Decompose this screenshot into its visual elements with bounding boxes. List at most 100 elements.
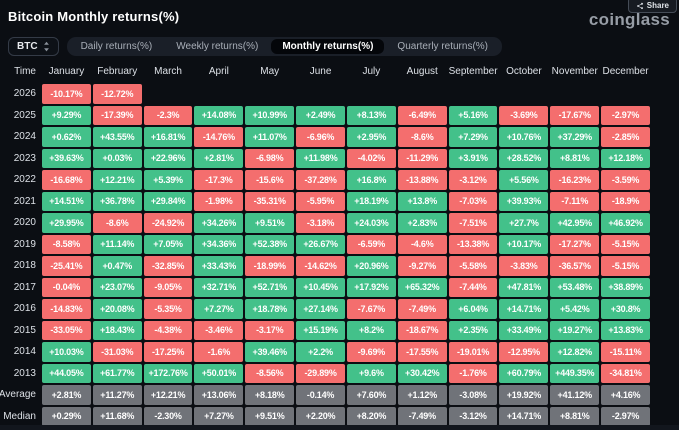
return-cell: +0.03% <box>92 148 142 168</box>
return-cell: -25.41% <box>42 256 91 276</box>
time-column-header: Time <box>14 65 36 77</box>
return-cell: +27.7% <box>499 213 549 233</box>
return-cell: +10.76% <box>499 127 549 147</box>
return-cell: -7.67% <box>346 299 396 319</box>
return-cell: +7.27% <box>194 299 244 319</box>
return-cell: +47.81% <box>499 277 549 297</box>
coin-selector[interactable]: BTC <box>8 36 59 56</box>
return-cell: +18.19% <box>346 191 396 211</box>
table-row-median: Median +0.29% +11.68% -2.30% +7.27% +9.51% +2.… <box>0 406 651 428</box>
return-cell: -3.69% <box>499 105 549 125</box>
return-cell: +11.27% <box>92 385 142 405</box>
empty-cell <box>144 84 193 104</box>
return-cell: +14.51% <box>42 191 91 211</box>
row-label-2024: 2024 <box>13 131 36 143</box>
month-header-april: April <box>208 65 229 77</box>
return-cell: -7.11% <box>550 191 600 211</box>
return-cell: +14.71% <box>499 406 549 426</box>
return-cell: +41.12% <box>550 385 600 405</box>
return-cell: +34.36% <box>194 234 244 254</box>
return-cell: -36.57% <box>550 256 600 276</box>
table-row-2026: 2026 -10.17% -12.72% <box>0 83 651 105</box>
returns-table: Time January February March April May June July… <box>0 61 651 427</box>
return-cell: +4.16% <box>601 385 650 405</box>
return-cell: -3.08% <box>448 385 498 405</box>
return-cell: +17.92% <box>346 277 396 297</box>
return-cell: -29.89% <box>296 363 345 383</box>
return-cell: -17.27% <box>550 234 600 254</box>
return-cell: +2.83% <box>397 213 447 233</box>
row-label-2021: 2021 <box>13 195 36 207</box>
return-cell: +37.29% <box>550 127 600 147</box>
return-cell: +7.60% <box>346 385 396 405</box>
month-header-march: March <box>154 65 182 77</box>
empty-cell <box>398 84 447 104</box>
return-cell: -18.67% <box>397 320 447 340</box>
return-cell: +172.76% <box>143 363 193 383</box>
return-cell: -3.46% <box>194 320 244 340</box>
return-cell: +9.51% <box>245 406 295 426</box>
return-cell: -6.59% <box>346 234 396 254</box>
return-cell: +65.32% <box>397 277 447 297</box>
coinglass-logo[interactable]: coinglass <box>589 10 670 30</box>
row-label-2018: 2018 <box>13 260 36 272</box>
return-cell: -18.9% <box>601 191 650 211</box>
table-row-2019: 2019 -8.58% +11.14% +7.05% +34.36% +52.38% +26… <box>0 234 651 256</box>
return-cell: +11.14% <box>92 234 142 254</box>
return-cell: -12.72% <box>92 84 142 104</box>
return-cell: +18.78% <box>245 299 295 319</box>
return-cell: -3.83% <box>499 256 549 276</box>
return-cell: -2.97% <box>601 105 650 125</box>
month-header-january: January <box>48 65 85 77</box>
return-cell: +8.18% <box>245 385 295 405</box>
return-cell: -0.04% <box>42 277 91 297</box>
table-header-row: Time January February March April May June July… <box>0 61 651 81</box>
return-cell: +43.55% <box>92 127 142 147</box>
return-cell: +10.17% <box>499 234 549 254</box>
month-header-october: October <box>506 65 542 77</box>
month-header-november: November <box>551 65 598 77</box>
return-cell: -5.58% <box>448 256 498 276</box>
return-cell: +46.92% <box>601 213 650 233</box>
return-cell: +0.29% <box>42 406 91 426</box>
controls-bar: BTC Daily returns(%) Weekly returns(%) Mon… <box>8 36 679 56</box>
row-label-2023: 2023 <box>13 152 36 164</box>
return-cell: +14.08% <box>194 105 244 125</box>
return-cell: -17.39% <box>92 105 142 125</box>
return-cell: +7.05% <box>143 234 193 254</box>
return-cell: -1.76% <box>448 363 498 383</box>
tab-weekly-returns[interactable]: Weekly returns(%) <box>165 39 269 54</box>
return-cell: +20.08% <box>92 299 142 319</box>
table-row-2018: 2018 -25.41% +0.47% -32.85% +33.43% -18.99% -1… <box>0 255 651 277</box>
tab-quarterly-returns[interactable]: Quarterly returns(%) <box>386 39 499 54</box>
table-row-average: Average +2.81% +11.27% +12.21% +13.06% +8.18%… <box>0 384 651 406</box>
return-cell: -5.15% <box>601 256 650 276</box>
return-cell: +33.49% <box>499 320 549 340</box>
return-cell: -4.6% <box>397 234 447 254</box>
return-cell: -5.15% <box>601 234 650 254</box>
table-row-2024: 2024 +0.62% +43.55% +16.81% -14.76% +11.07% -6… <box>0 126 651 148</box>
return-cell: +38.89% <box>601 277 650 297</box>
tab-monthly-returns[interactable]: Monthly returns(%) <box>271 38 385 54</box>
app-header: Bitcoin Monthly returns(%) Share coingla… <box>0 0 679 30</box>
return-cell: -3.17% <box>245 320 295 340</box>
return-cell: -9.69% <box>346 342 396 362</box>
return-cell: -6.96% <box>296 127 345 147</box>
return-cell: +44.05% <box>42 363 91 383</box>
return-cell: -7.44% <box>448 277 498 297</box>
return-cell: -12.95% <box>499 342 549 362</box>
row-label-2020: 2020 <box>13 217 36 229</box>
table-row-2016: 2016 -14.83% +20.08% -5.35% +7.27% +18.78% +27… <box>0 298 651 320</box>
return-cell: -3.12% <box>448 170 498 190</box>
return-cell: -15.6% <box>245 170 295 190</box>
empty-cell <box>347 84 396 104</box>
updown-chevrons-icon <box>43 41 50 52</box>
return-cell: -7.49% <box>397 299 447 319</box>
table-row-2023: 2023 +39.63% +0.03% +22.96% +2.81% -6.98% +11.… <box>0 148 651 170</box>
return-cell: -15.11% <box>601 342 650 362</box>
tab-daily-returns[interactable]: Daily returns(%) <box>70 39 164 54</box>
return-cell: -17.55% <box>397 342 447 362</box>
month-header-august: August <box>406 65 438 77</box>
return-cell: +33.43% <box>194 256 244 276</box>
return-cell: +8.81% <box>550 148 600 168</box>
